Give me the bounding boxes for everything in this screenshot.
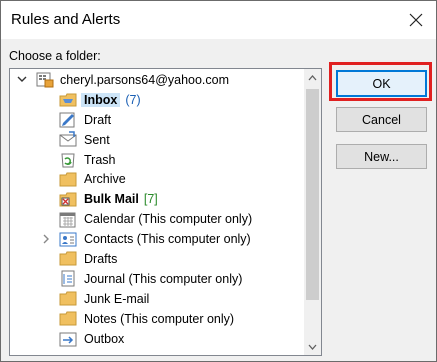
folder-icon	[59, 310, 77, 327]
account-name: cheryl.parsons64@yahoo.com	[60, 72, 230, 87]
choose-folder-label: Choose a folder:	[9, 49, 101, 63]
folder-label: Inbox	[84, 92, 118, 107]
chevron-down-icon	[308, 344, 317, 350]
tree-item-journal[interactable]: Journal (This computer only)	[10, 269, 302, 289]
folder-label: Draft	[84, 112, 112, 127]
folder-label: Archive	[84, 172, 126, 187]
window-title: Rules and Alerts	[11, 11, 121, 28]
cancel-button[interactable]: Cancel	[336, 107, 427, 132]
tree-item-junk-email[interactable]: Junk E-mail	[10, 289, 302, 309]
calendar-icon	[59, 211, 77, 228]
tree-item-archive[interactable]: Archive	[10, 169, 302, 189]
trash-icon	[59, 151, 77, 168]
folder-icon	[59, 171, 77, 188]
folder-label: Contacts (This computer only)	[84, 232, 251, 247]
tree-item-sent[interactable]: Sent	[10, 130, 302, 150]
folder-label: Junk E-mail	[84, 291, 150, 306]
close-button[interactable]	[396, 1, 436, 39]
collapse-arrow-icon[interactable]	[16, 74, 28, 86]
folder-label: Trash	[84, 152, 116, 167]
bulk-mail-icon	[59, 191, 77, 208]
rules-and-alerts-dialog: Rules and Alerts Choose a folder: cheryl…	[0, 0, 437, 362]
folder-icon	[59, 290, 77, 307]
tree-item-contacts[interactable]: Contacts (This computer only)	[10, 229, 302, 249]
tree-item-bulk-mail[interactable]: Bulk Mail [7]	[10, 189, 302, 209]
tree-item-drafts[interactable]: Drafts	[10, 249, 302, 269]
new-button[interactable]: New...	[336, 144, 427, 169]
close-icon	[409, 13, 423, 27]
tree-item-calendar[interactable]: Calendar (This computer only)	[10, 209, 302, 229]
tree-item-draft[interactable]: Draft	[10, 110, 302, 130]
inbox-icon	[59, 91, 77, 108]
chevron-up-icon	[308, 74, 317, 80]
scroll-down-button[interactable]	[304, 338, 321, 355]
outbox-icon	[59, 330, 77, 347]
journal-icon	[59, 270, 77, 287]
sent-icon	[59, 131, 77, 148]
folder-tree[interactable]: cheryl.parsons64@yahoo.com Inbox (7) Dra…	[9, 68, 322, 356]
folder-label: Journal (This computer only)	[84, 271, 243, 286]
ok-button[interactable]: OK	[336, 70, 427, 97]
unread-count: (7)	[125, 92, 141, 107]
tree-item-notes[interactable]: Notes (This computer only)	[10, 309, 302, 329]
scroll-thumb[interactable]	[306, 89, 319, 300]
tree-item-trash[interactable]: Trash	[10, 150, 302, 170]
vertical-scrollbar[interactable]	[304, 69, 321, 355]
draft-icon	[59, 111, 77, 128]
title-bar: Rules and Alerts	[1, 1, 436, 39]
contacts-icon	[59, 231, 77, 248]
folder-label: Calendar (This computer only)	[84, 212, 253, 227]
folder-label: Sent	[84, 132, 110, 147]
folder-label: Outbox	[84, 331, 125, 346]
folder-icon	[59, 250, 77, 267]
scroll-up-button[interactable]	[304, 69, 321, 86]
tree-item-outbox[interactable]: Outbox	[10, 329, 302, 349]
item-count: [7]	[143, 192, 158, 207]
expand-arrow-icon[interactable]	[40, 233, 52, 245]
folder-label: Drafts	[84, 251, 118, 266]
folder-label: Bulk Mail	[84, 192, 139, 207]
tree-item-account[interactable]: cheryl.parsons64@yahoo.com	[10, 70, 302, 90]
tree-item-inbox[interactable]: Inbox (7)	[10, 90, 302, 110]
folder-label: Notes (This computer only)	[84, 311, 235, 326]
data-file-icon	[36, 71, 54, 88]
